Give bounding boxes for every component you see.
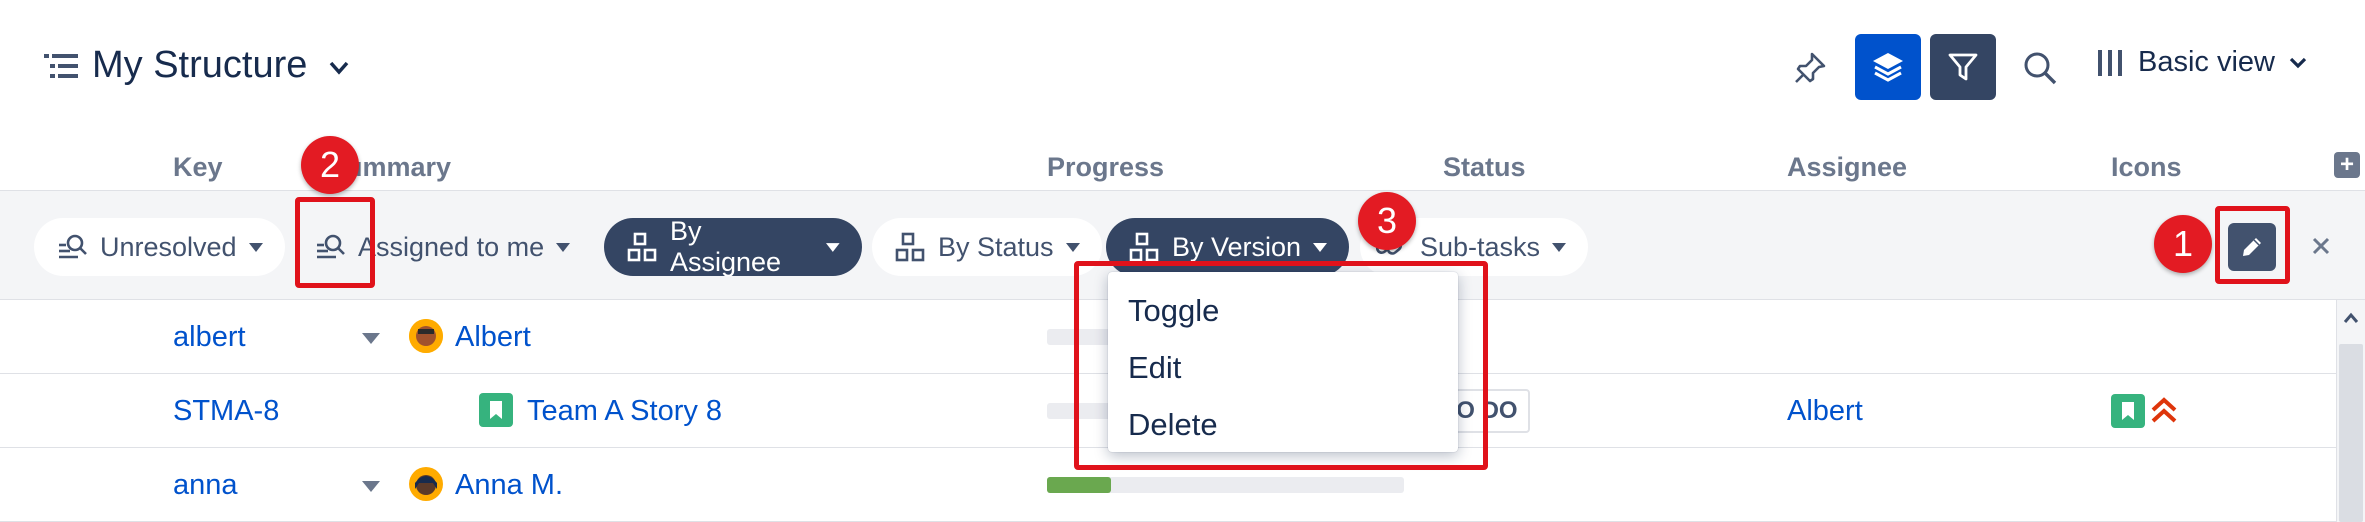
filter-unresolved[interactable]: Unresolved xyxy=(34,218,285,276)
scrollbar-thumb[interactable] xyxy=(2339,344,2363,522)
chevron-up-icon[interactable] xyxy=(2343,312,2359,324)
annotation-badge-3: 3 xyxy=(1358,192,1416,250)
column-header-icons[interactable]: Icons xyxy=(2111,152,2182,183)
layers-icon xyxy=(1873,53,1903,82)
user-avatar-icon xyxy=(409,319,443,353)
column-header-status[interactable]: Status xyxy=(1443,152,1526,183)
caret-down-icon xyxy=(1313,242,1328,252)
pin-icon[interactable] xyxy=(1790,48,1830,88)
story-icon xyxy=(2111,394,2145,428)
layers-button[interactable] xyxy=(1855,34,1921,100)
avatar xyxy=(409,467,443,501)
filter-icon xyxy=(1948,53,1978,81)
highlight-box-edit-button xyxy=(2215,206,2290,284)
caret-down-icon xyxy=(1552,242,1567,252)
filter-label: By Version xyxy=(1172,231,1302,262)
filter-label: Unresolved xyxy=(100,231,237,262)
story-icon xyxy=(479,393,513,427)
filter-label: By Assignee xyxy=(670,216,782,277)
highlight-box-menu xyxy=(1074,261,1488,470)
row-summary[interactable]: Team A Story 8 xyxy=(527,395,722,428)
group-by-icon xyxy=(1129,232,1159,262)
search-icon[interactable] xyxy=(2020,48,2060,88)
vertical-scrollbar[interactable] xyxy=(2336,300,2365,522)
search-filter-icon xyxy=(59,234,87,259)
add-column-button[interactable]: + xyxy=(2334,152,2360,178)
header: My Structure Basic view xyxy=(0,0,2365,140)
caret-down-icon xyxy=(556,242,571,252)
column-header-assignee[interactable]: Assignee xyxy=(1787,152,1907,183)
caret-down-icon xyxy=(826,242,840,252)
progress-fill xyxy=(1047,477,1112,493)
caret-down-icon[interactable] xyxy=(362,481,380,493)
view-label: Basic view xyxy=(2138,46,2275,78)
filter-label: By Status xyxy=(938,231,1054,262)
avatar xyxy=(409,319,443,353)
row-summary[interactable]: Albert xyxy=(455,321,531,354)
filter-label: Sub-tasks xyxy=(1420,231,1541,262)
progress-bar xyxy=(1047,477,1404,493)
filter-label: Assigned to me xyxy=(358,231,545,262)
filter-by-status[interactable]: By Status xyxy=(872,218,1102,276)
row-assignee[interactable]: Albert xyxy=(1787,395,1863,428)
filter-button[interactable] xyxy=(1930,34,1996,100)
row-key[interactable]: STMA-8 xyxy=(173,395,279,428)
group-by-icon xyxy=(895,232,925,262)
row-key[interactable]: anna xyxy=(173,469,238,502)
annotation-badge-1: 1 xyxy=(2154,215,2212,273)
caret-down-icon xyxy=(248,242,263,252)
columns-icon xyxy=(2098,49,2122,76)
caret-down-icon[interactable] xyxy=(362,333,380,345)
toolbar: Basic view xyxy=(0,34,2365,100)
close-icon[interactable] xyxy=(2306,231,2336,261)
chevron-down-icon xyxy=(2289,57,2307,68)
row-key[interactable]: albert xyxy=(173,321,246,354)
highlight-box-assigned-filter xyxy=(295,197,375,288)
column-header-key[interactable]: Key xyxy=(173,152,223,183)
group-by-icon xyxy=(627,232,657,262)
plus-icon: + xyxy=(2339,151,2354,178)
view-selector[interactable]: Basic view xyxy=(2096,46,2307,79)
filter-by-assignee[interactable]: By Assignee xyxy=(604,216,862,277)
highest-priority-icon xyxy=(2151,397,2177,423)
annotation-badge-2: 2 xyxy=(301,136,359,194)
user-avatar-icon xyxy=(409,467,443,501)
row-summary[interactable]: Anna M. xyxy=(455,469,563,502)
column-header-progress[interactable]: Progress xyxy=(1047,152,1164,183)
caret-down-icon xyxy=(1065,242,1080,252)
